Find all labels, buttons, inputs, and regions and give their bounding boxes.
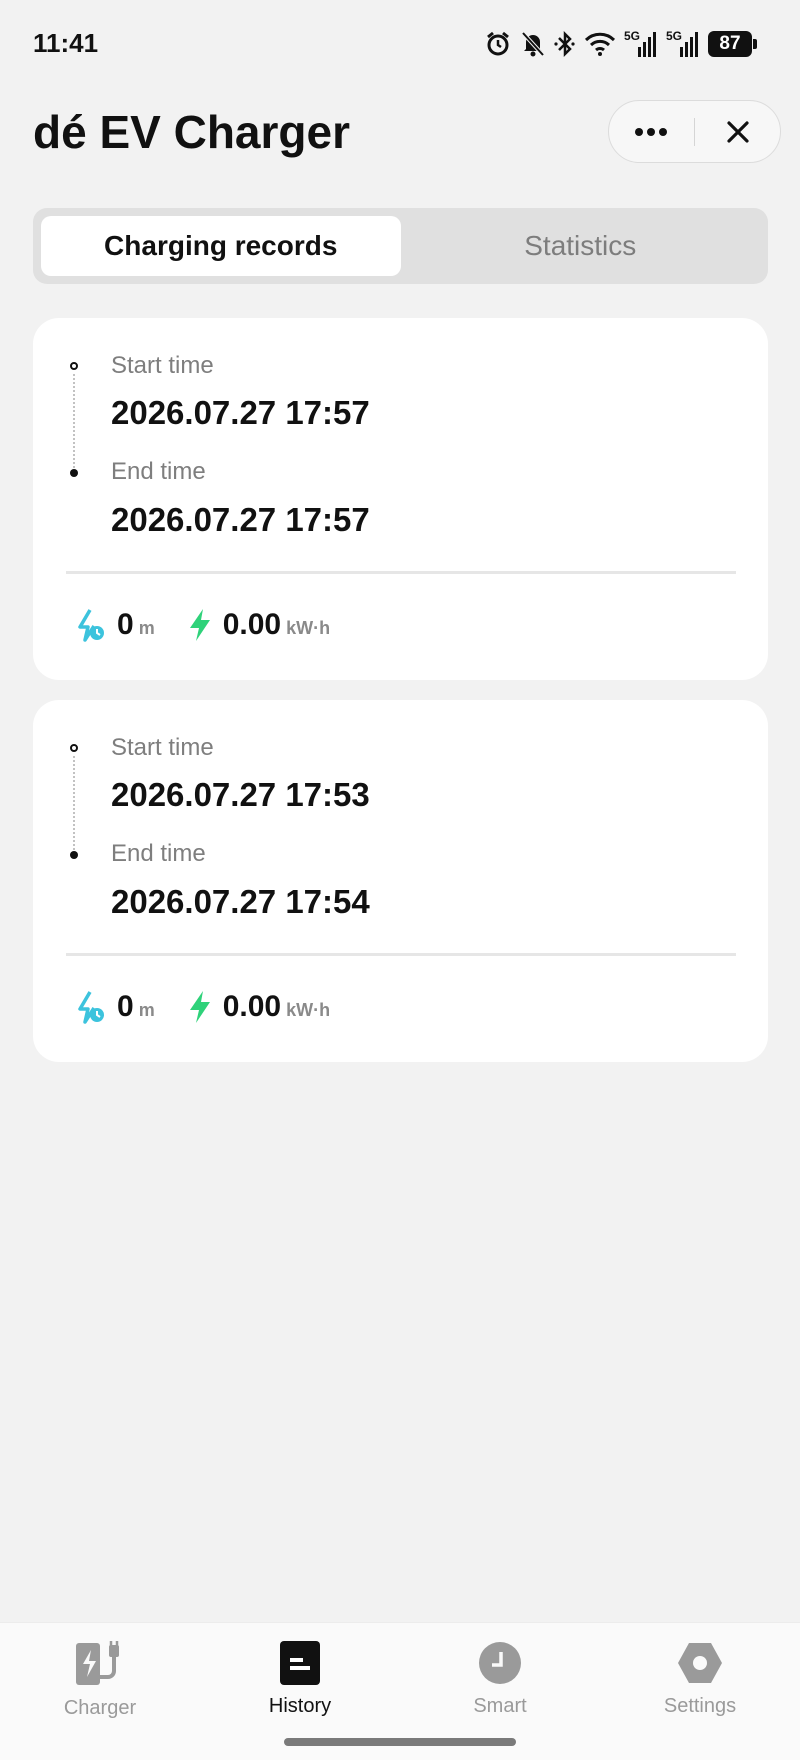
tab-charging-records[interactable]: Charging records — [41, 216, 401, 276]
energy-bolt-icon — [189, 609, 210, 641]
bluetooth-icon — [554, 30, 576, 58]
settings-icon — [678, 1643, 722, 1683]
start-dot-icon — [70, 744, 78, 752]
nav-item-smart[interactable]: Smart — [430, 1641, 570, 1718]
home-indicator[interactable] — [284, 1738, 516, 1746]
clock-icon — [479, 1642, 521, 1684]
tab-statistics[interactable]: Statistics — [401, 216, 761, 276]
card-divider — [66, 571, 736, 574]
charger-icon — [76, 1641, 119, 1685]
start-time-value: 2026.07.27 17:53 — [111, 776, 370, 813]
cellular-signal-2-icon: 5G — [666, 29, 700, 59]
close-icon — [727, 120, 749, 143]
start-time-value: 2026.07.27 17:57 — [111, 394, 370, 431]
end-time-label: End time — [111, 840, 206, 867]
nav-label-settings: Settings — [663, 1695, 737, 1717]
energy-bolt-icon — [189, 991, 210, 1023]
record-metrics: 0 m 0.00 kW·h — [77, 608, 362, 642]
energy-metric: 0.00 kW·h — [187, 608, 330, 642]
start-time-label: Start time — [111, 734, 214, 761]
status-icons: 5G 5G 87 — [484, 28, 757, 60]
duration-metric: 0 m — [77, 990, 155, 1024]
duration-bolt-clock-icon — [78, 991, 104, 1024]
duration-value: 0 — [117, 990, 134, 1023]
cellular-signal-1-icon: 5G — [624, 29, 658, 59]
end-time-value: 2026.07.27 17:57 — [111, 501, 370, 538]
battery-icon: 87 — [708, 31, 757, 57]
charging-record-card[interactable]: Start time 2026.07.27 17:57 End time 202… — [33, 318, 768, 680]
energy-value: 0.00 — [222, 990, 282, 1023]
energy-metric: 0.00 kW·h — [187, 990, 330, 1024]
timeline-line — [73, 756, 75, 850]
mini-program-capsule — [608, 100, 781, 163]
duration-unit: m — [138, 617, 155, 638]
app-title: dé EV Charger — [33, 106, 350, 158]
nav-item-settings[interactable]: Settings — [630, 1641, 770, 1718]
start-dot-icon — [70, 362, 78, 370]
more-button[interactable] — [609, 101, 694, 162]
nav-label-charger: Charger — [63, 1697, 137, 1719]
duration-unit: m — [138, 999, 155, 1020]
status-time: 11:41 — [33, 28, 99, 58]
nav-item-charger[interactable]: Charger — [30, 1641, 170, 1720]
duration-value: 0 — [117, 608, 134, 641]
energy-value: 0.00 — [222, 608, 282, 641]
alarm-icon — [484, 30, 512, 58]
nav-label-history: History — [268, 1695, 332, 1717]
timeline-line — [73, 374, 75, 468]
duration-metric: 0 m — [77, 608, 155, 642]
energy-unit: kW·h — [286, 617, 331, 638]
end-time-value: 2026.07.27 17:54 — [111, 883, 370, 920]
start-time-label: Start time — [111, 352, 214, 379]
nav-label-smart: Smart — [473, 1695, 527, 1717]
history-icon — [280, 1641, 320, 1685]
card-divider — [66, 953, 736, 956]
end-dot-icon — [70, 851, 78, 859]
tab-bar: Charging records Statistics — [33, 208, 768, 284]
energy-unit: kW·h — [286, 999, 331, 1020]
status-bar: 11:41 5G 5G 87 — [0, 0, 800, 90]
duration-bolt-clock-icon — [78, 609, 104, 642]
nav-item-history[interactable]: History — [230, 1641, 370, 1718]
end-time-label: End time — [111, 458, 206, 485]
mute-bell-icon — [520, 30, 546, 58]
record-metrics: 0 m 0.00 kW·h — [77, 990, 362, 1024]
wifi-icon — [584, 31, 616, 57]
close-button[interactable] — [695, 101, 780, 162]
end-dot-icon — [70, 469, 78, 477]
more-icon — [635, 127, 668, 136]
charging-record-card[interactable]: Start time 2026.07.27 17:53 End time 202… — [33, 700, 768, 1062]
